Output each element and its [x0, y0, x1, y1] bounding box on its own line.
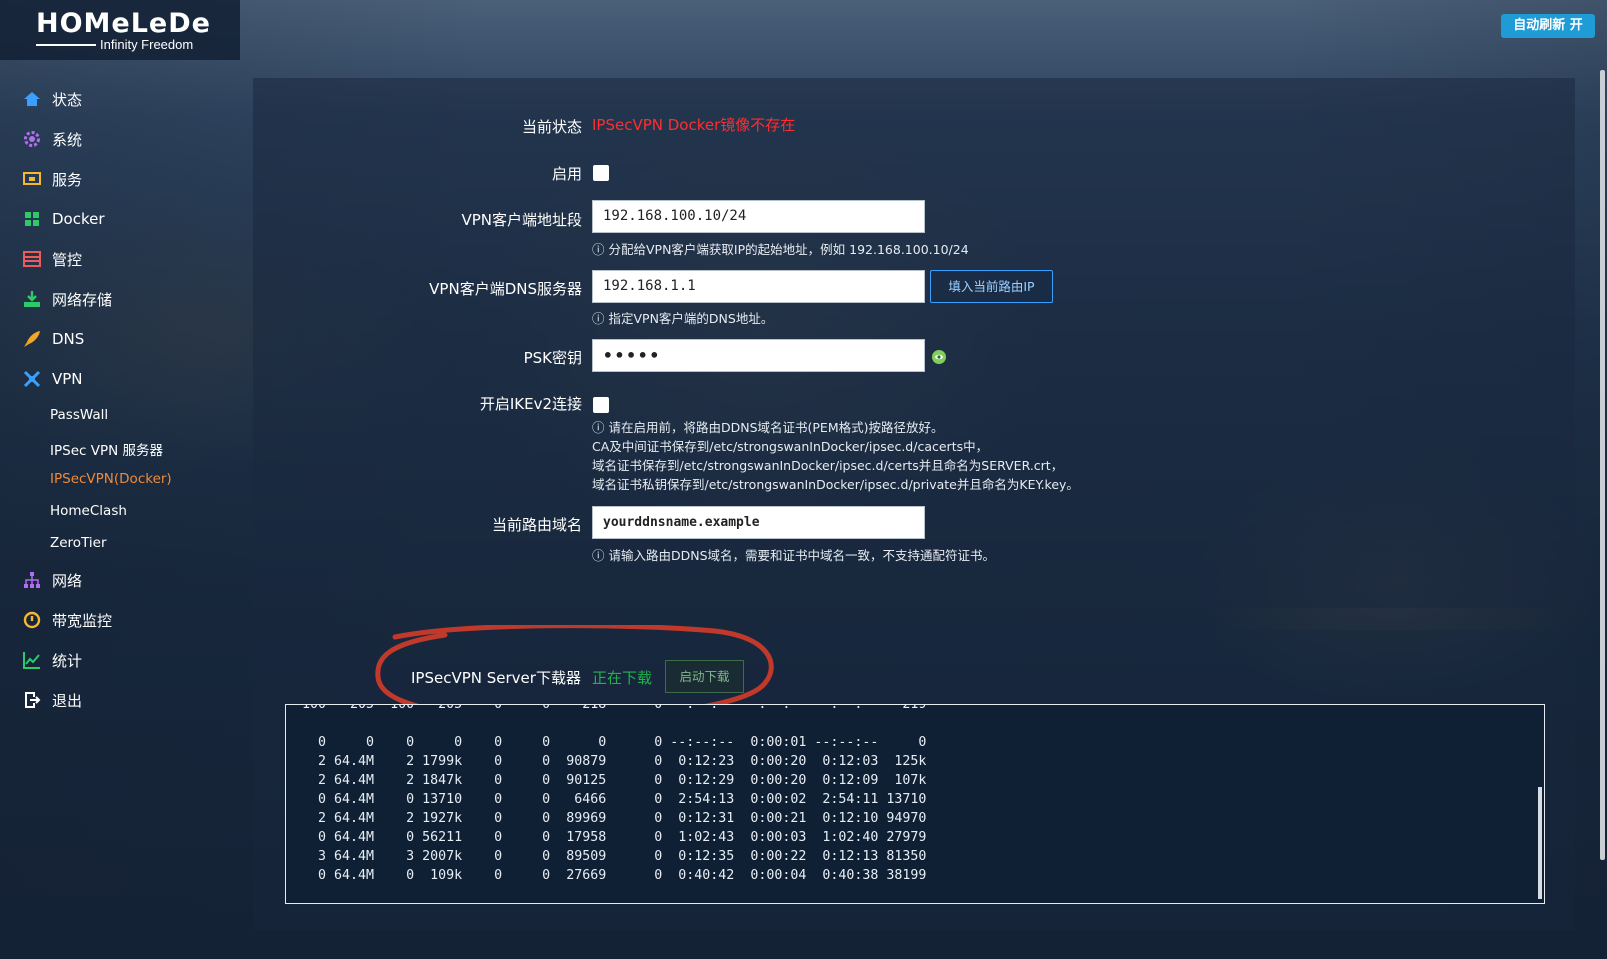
help-text: 请在启用前，将路由DDNS域名证书(PEM格式)按路径放好。 [608, 420, 944, 435]
help-text: 请输入路由DDNS域名，需要和证书中域名一致，不支持通配符证书。 [608, 548, 996, 563]
enable-label: 启用 [551, 165, 582, 183]
network-icon [22, 570, 42, 590]
reveal-password-icon[interactable] [930, 348, 948, 366]
client-range-label: VPN客户端地址段 [461, 211, 582, 229]
logout-icon [22, 690, 42, 710]
sidebar-item-label: 系统 [52, 130, 83, 149]
help-icon: ⓘ [592, 242, 609, 257]
sidebar-item-status[interactable]: 状态 [22, 87, 82, 111]
storage-icon [22, 289, 42, 309]
sidebar-subitem-homeclash[interactable]: HomeClash [50, 503, 127, 519]
bandwidth-icon [22, 610, 42, 630]
enable-checkbox[interactable] [593, 165, 609, 181]
status-label: 当前状态 [521, 118, 582, 136]
control-icon [22, 249, 42, 269]
client-range-input[interactable]: 192.168.100.10/24 [592, 200, 925, 233]
sidebar-item-label: 网络存储 [52, 290, 113, 309]
sidebar-item-label: 退出 [52, 691, 83, 710]
sidebar-item-docker[interactable]: Docker [22, 207, 105, 231]
dns-label: VPN客户端DNS服务器 [429, 280, 582, 298]
rocket-icon [22, 329, 42, 349]
sidebar-item-services[interactable]: 服务 [22, 167, 82, 191]
sidebar-item-system[interactable]: 系统 [22, 127, 82, 151]
sidebar-item-statistics[interactable]: 统计 [22, 648, 82, 672]
help-icon: ⓘ [592, 548, 609, 563]
download-log-console[interactable]: 100 205 100 205 0 0 218 0 --:--:-- --:--… [285, 704, 1545, 904]
domain-input[interactable]: yourddnsname.example [592, 506, 925, 539]
sidebar-item-label: 带宽监控 [52, 611, 113, 630]
domain-label: 当前路由域名 [491, 516, 582, 534]
logo-text: HOMeLeDe [36, 8, 211, 39]
logo-underline [36, 44, 96, 46]
help-icon: ⓘ [592, 311, 609, 326]
sidebar-item-label: 统计 [52, 651, 83, 670]
sidebar-item-control[interactable]: 管控 [22, 247, 82, 271]
sidebar-item-label: 网络 [52, 571, 83, 590]
sidebar-subitem-ipsec-vpn-server[interactable]: IPSec VPN 服务器 [50, 439, 163, 459]
fill-router-ip-button[interactable]: 填入当前路由IP [930, 270, 1053, 303]
console-line: 0 64.4M 0 56211 0 0 17958 0 1:02:43 0:00… [286, 830, 927, 845]
sidebar-subitem-passwall[interactable]: PassWall [50, 407, 108, 423]
help-icon: ⓘ [592, 420, 609, 435]
client-range-help: ⓘ 分配给VPN客户端获取IP的起始地址，例如 192.168.100.10/2… [592, 240, 969, 259]
sidebar-item-label: 管控 [52, 250, 83, 269]
console-scrollbar[interactable] [1538, 787, 1542, 899]
sidebar-item-storage[interactable]: 网络存储 [22, 287, 112, 311]
chart-icon [22, 650, 42, 670]
console-line: 3 64.4M 3 2007k 0 0 89509 0 0:12:35 0:00… [286, 849, 927, 864]
ikev2-help: ⓘ 请在启用前，将路由DDNS域名证书(PEM格式)按路径放好。 CA及中间证书… [592, 418, 1079, 494]
sidebar-item-dns[interactable]: DNS [22, 327, 84, 351]
sidebar-item-bandwidth[interactable]: 带宽监控 [22, 608, 112, 632]
ikev2-label: 开启IKEv2连接 [479, 395, 582, 413]
ikev2-checkbox[interactable] [593, 397, 609, 413]
page-scrollbar[interactable] [1600, 70, 1605, 860]
domain-help: ⓘ 请输入路由DDNS域名，需要和证书中域名一致，不支持通配符证书。 [592, 546, 995, 565]
gear-icon [22, 129, 42, 149]
sidebar-subitem-zerotier[interactable]: ZeroTier [50, 535, 107, 551]
psk-input[interactable]: ••••• [592, 339, 925, 372]
console-output: 100 205 100 205 0 0 218 0 --:--:-- --:--… [286, 704, 1526, 885]
logo-subtitle: Infinity Freedom [100, 37, 194, 52]
console-line: 2 64.4M 2 1799k 0 0 90879 0 0:12:23 0:00… [286, 754, 927, 769]
sidebar-item-network[interactable]: 网络 [22, 568, 82, 592]
help-text: 指定VPN客户端的DNS地址。 [608, 311, 774, 326]
services-icon [22, 169, 42, 189]
sidebar-subitem-ipsecvpn-docker[interactable]: IPSecVPN(Docker) [50, 471, 172, 487]
sidebar-item-label: VPN [52, 370, 83, 388]
help-text: 域名证书保存到/etc/strongswanInDocker/ipsec.d/c… [592, 458, 1064, 473]
sidebar-item-label: 服务 [52, 170, 83, 189]
logo[interactable]: HOMeLeDe Infinity Freedom [0, 0, 240, 60]
console-line: 0 64.4M 0 109k 0 0 27669 0 0:40:42 0:00:… [286, 868, 927, 883]
sidebar-item-label: Docker [52, 210, 105, 228]
docker-icon [22, 209, 42, 229]
sidebar-item-label: 状态 [52, 90, 83, 109]
vpn-icon [22, 369, 42, 389]
dns-input[interactable]: 192.168.1.1 [592, 270, 925, 303]
help-text: CA及中间证书保存到/etc/strongswanInDocker/ipsec.… [592, 439, 989, 454]
console-line: 0 64.4M 0 13710 0 0 6466 0 2:54:13 0:00:… [286, 792, 927, 807]
sidebar-item-label: DNS [52, 330, 85, 348]
sidebar-item-logout[interactable]: 退出 [22, 688, 82, 712]
console-line: 2 64.4M 2 1847k 0 0 90125 0 0:12:29 0:00… [286, 773, 927, 788]
status-value: IPSecVPN Docker镜像不存在 [592, 116, 796, 134]
sidebar-item-vpn[interactable]: VPN [22, 367, 83, 391]
console-line: 100 205 100 205 0 0 218 0 --:--:-- --:--… [286, 704, 927, 712]
dns-help: ⓘ 指定VPN客户端的DNS地址。 [592, 309, 773, 328]
psk-label: PSK密钥 [523, 349, 582, 367]
console-line: 0 0 0 0 0 0 0 0 --:--:-- 0:00:01 --:--:-… [286, 735, 927, 750]
console-line: 2 64.4M 2 1927k 0 0 89969 0 0:12:31 0:00… [286, 811, 927, 826]
help-text: 分配给VPN客户端获取IP的起始地址，例如 192.168.100.10/24 [608, 242, 969, 257]
auto-refresh-button[interactable]: 自动刷新 开 [1501, 14, 1595, 38]
help-text: 域名证书私钥保存到/etc/strongswanInDocker/ipsec.d… [592, 477, 1079, 492]
top-bar: HOMeLeDe Infinity Freedom 自动刷新 开 [0, 0, 1607, 60]
home-icon [22, 89, 42, 109]
